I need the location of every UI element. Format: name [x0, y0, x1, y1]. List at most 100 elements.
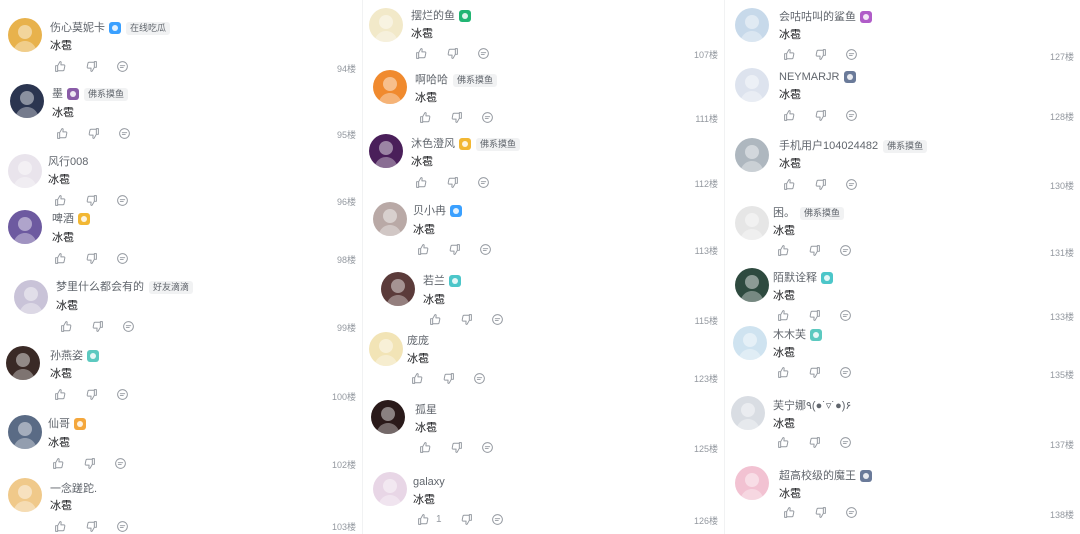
username[interactable]: 仙哥	[48, 417, 70, 431]
reply-button[interactable]	[845, 178, 858, 191]
avatar[interactable]	[369, 332, 403, 366]
avatar[interactable]	[735, 8, 769, 42]
username[interactable]: 贝小冉	[413, 204, 446, 218]
avatar[interactable]	[10, 84, 44, 118]
reply-button[interactable]	[839, 244, 852, 257]
like-button[interactable]	[777, 436, 790, 449]
reply-button[interactable]	[116, 252, 129, 265]
username[interactable]: 超高校级的魔王	[779, 469, 856, 483]
avatar[interactable]	[735, 68, 769, 102]
like-button[interactable]	[56, 127, 69, 140]
avatar[interactable]	[735, 206, 769, 240]
username[interactable]: 风行008	[48, 155, 88, 169]
reply-button[interactable]	[479, 243, 492, 256]
like-button[interactable]	[415, 47, 428, 60]
like-button[interactable]	[411, 372, 424, 385]
dislike-button[interactable]	[450, 441, 463, 454]
reply-button[interactable]	[839, 309, 852, 322]
like-button[interactable]	[783, 506, 796, 519]
like-button[interactable]	[54, 60, 67, 73]
like-button[interactable]	[429, 313, 442, 326]
like-button[interactable]	[415, 176, 428, 189]
like-button[interactable]	[60, 320, 73, 333]
dislike-button[interactable]	[808, 244, 821, 257]
avatar[interactable]	[381, 272, 415, 306]
reply-button[interactable]	[477, 176, 490, 189]
like-button[interactable]	[54, 194, 67, 207]
dislike-button[interactable]	[446, 176, 459, 189]
avatar[interactable]	[735, 268, 769, 302]
reply-button[interactable]	[491, 513, 504, 526]
username[interactable]: 摆烂的鱼	[411, 9, 455, 23]
avatar[interactable]	[735, 138, 769, 172]
like-button[interactable]	[417, 243, 430, 256]
username[interactable]: 啤酒	[52, 212, 74, 226]
reply-button[interactable]	[118, 127, 131, 140]
reply-button[interactable]	[845, 506, 858, 519]
like-button[interactable]	[777, 309, 790, 322]
avatar[interactable]	[733, 326, 767, 360]
dislike-button[interactable]	[808, 436, 821, 449]
reply-button[interactable]	[116, 388, 129, 401]
like-button[interactable]	[783, 48, 796, 61]
username[interactable]: galaxy	[413, 475, 445, 489]
username[interactable]: 困。	[773, 206, 795, 220]
username[interactable]: 手机用户104024482	[779, 139, 878, 153]
username[interactable]: 陌默诠释	[773, 271, 817, 285]
username[interactable]: 一念蹉跎.	[50, 482, 97, 496]
username[interactable]: 芙宁娜٩(●˙▿˙●)۶	[773, 399, 851, 413]
reply-button[interactable]	[116, 194, 129, 207]
avatar[interactable]	[373, 70, 407, 104]
username[interactable]: NEYMARJR	[779, 70, 840, 84]
dislike-button[interactable]	[450, 111, 463, 124]
dislike-button[interactable]	[85, 520, 98, 533]
username[interactable]: 若兰	[423, 274, 445, 288]
like-button[interactable]	[54, 388, 67, 401]
dislike-button[interactable]	[814, 506, 827, 519]
reply-button[interactable]	[114, 457, 127, 470]
reply-button[interactable]	[477, 47, 490, 60]
reply-button[interactable]	[839, 366, 852, 379]
reply-button[interactable]	[481, 441, 494, 454]
avatar[interactable]	[6, 346, 40, 380]
like-button[interactable]	[419, 441, 432, 454]
username[interactable]: 伤心莫妮卡	[50, 21, 105, 35]
like-button[interactable]	[783, 178, 796, 191]
like-button[interactable]: 1	[417, 513, 442, 526]
avatar[interactable]	[8, 415, 42, 449]
reply-button[interactable]	[845, 48, 858, 61]
dislike-button[interactable]	[814, 48, 827, 61]
dislike-button[interactable]	[83, 457, 96, 470]
dislike-button[interactable]	[448, 243, 461, 256]
username[interactable]: 会咕咕叫的鲨鱼	[779, 10, 856, 24]
dislike-button[interactable]	[85, 252, 98, 265]
like-button[interactable]	[777, 366, 790, 379]
avatar[interactable]	[731, 396, 765, 430]
avatar[interactable]	[369, 134, 403, 168]
like-button[interactable]	[54, 252, 67, 265]
avatar[interactable]	[369, 8, 403, 42]
avatar[interactable]	[373, 202, 407, 236]
avatar[interactable]	[8, 478, 42, 512]
username[interactable]: 墨	[52, 87, 63, 101]
reply-button[interactable]	[473, 372, 486, 385]
dislike-button[interactable]	[808, 309, 821, 322]
avatar[interactable]	[8, 18, 42, 52]
reply-button[interactable]	[122, 320, 135, 333]
username[interactable]: 啊哈哈	[415, 73, 448, 87]
dislike-button[interactable]	[460, 313, 473, 326]
reply-button[interactable]	[839, 436, 852, 449]
username[interactable]: 沐色澄风	[411, 137, 455, 151]
dislike-button[interactable]	[85, 194, 98, 207]
dislike-button[interactable]	[91, 320, 104, 333]
dislike-button[interactable]	[460, 513, 473, 526]
avatar[interactable]	[371, 400, 405, 434]
username[interactable]: 梦里什么都会有的	[56, 280, 144, 294]
username[interactable]: 孙燕姿	[50, 349, 83, 363]
like-button[interactable]	[54, 520, 67, 533]
avatar[interactable]	[8, 210, 42, 244]
avatar[interactable]	[373, 472, 407, 506]
username[interactable]: 孤星	[415, 403, 437, 417]
dislike-button[interactable]	[814, 178, 827, 191]
reply-button[interactable]	[845, 109, 858, 122]
